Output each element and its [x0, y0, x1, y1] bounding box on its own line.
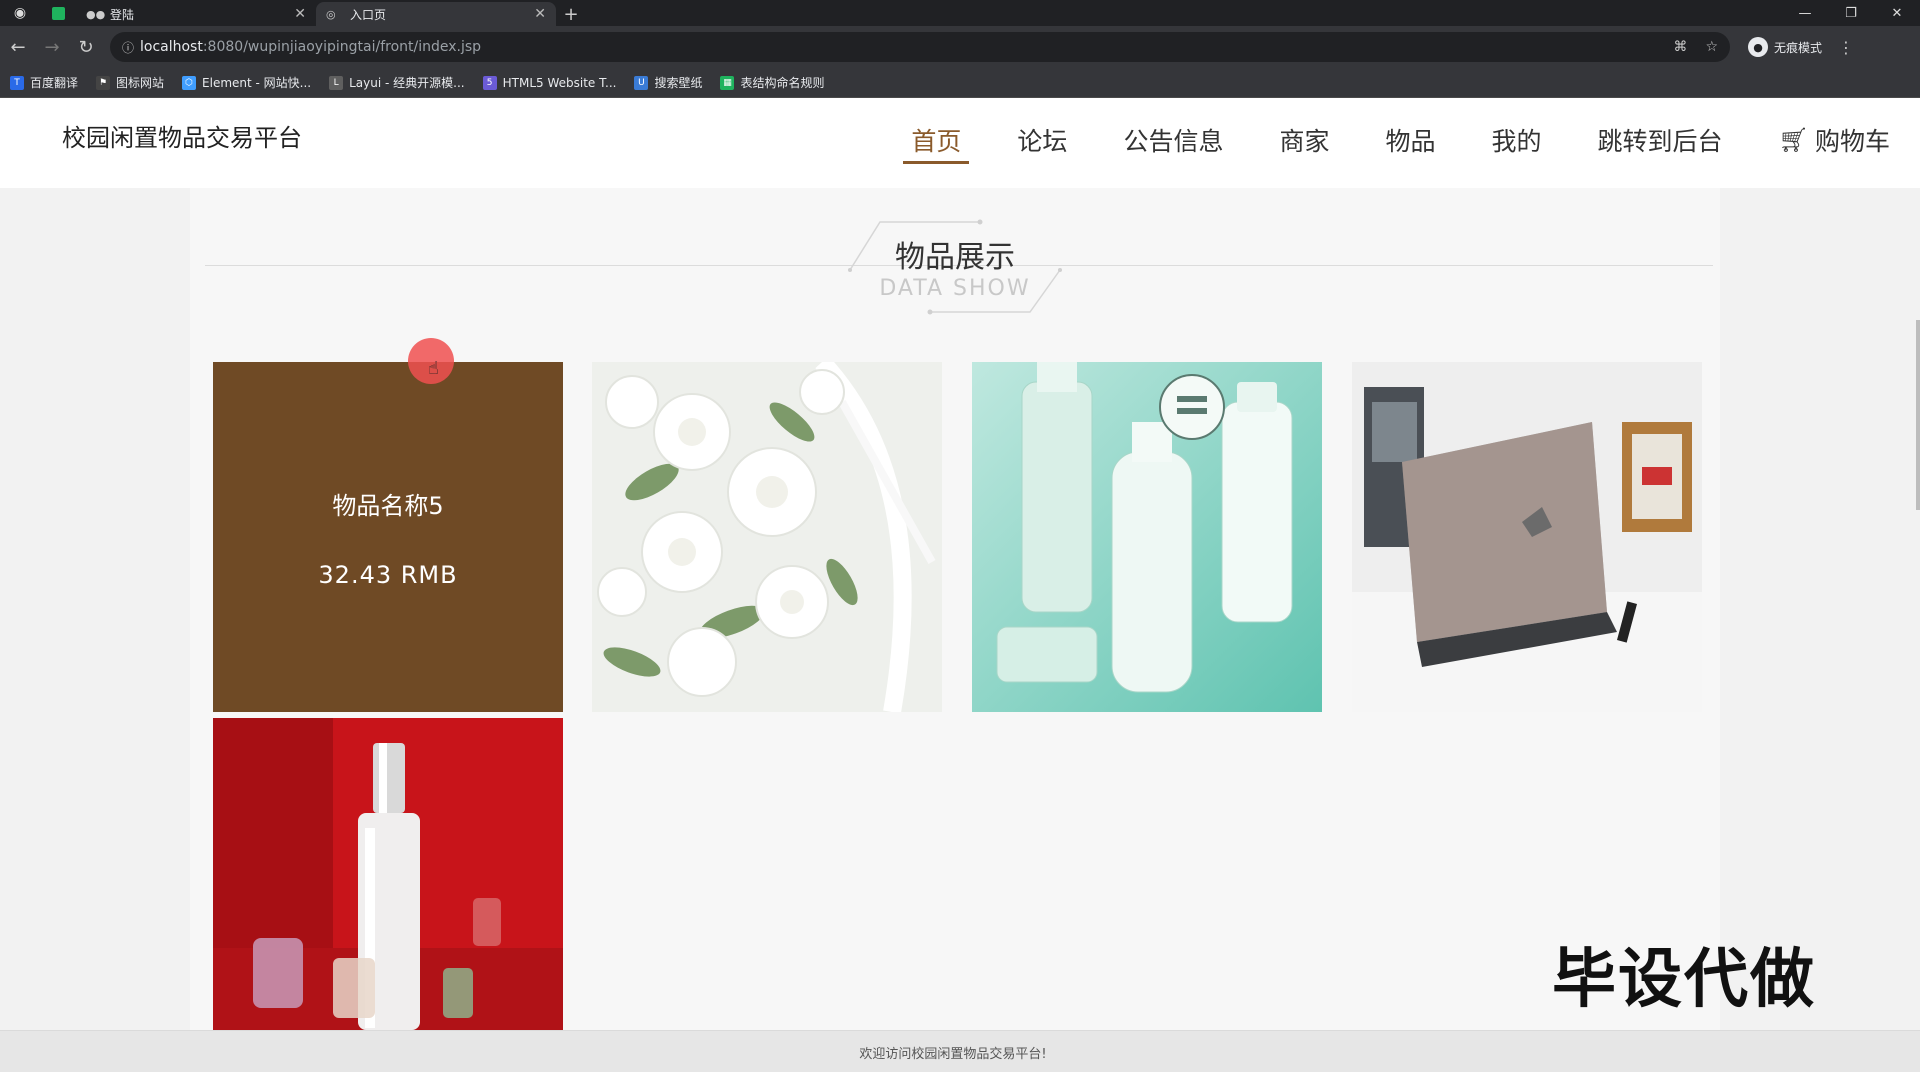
nav-mine[interactable]: 我的: [1483, 122, 1549, 164]
bookmark-label: 百度翻译: [30, 76, 79, 90]
omnibox-actions: ⌘ ☆: [1673, 39, 1718, 55]
browser-tabbar: ◉ ●● 登陆 ✕ ◎ 入口页 ✕ + — ❐ ✕: [0, 0, 1920, 26]
product-name: 物品名称5: [332, 491, 444, 520]
bookmark-icon: T: [10, 75, 24, 90]
bookmark-item[interactable]: ▦ 表结构命名规则: [720, 74, 824, 91]
main-content: 物品展示 DATA SHOW 物品名称5 32.43 RMB ☝ 毕设代做: [0, 188, 1920, 1030]
window-controls: — ❐ ✕: [1782, 0, 1920, 26]
url-path: :8080/wupinjiaoyipingtai/front/index.jsp: [202, 39, 482, 55]
back-icon[interactable]: ←: [2, 31, 34, 63]
bookmark-label: 表结构命名规则: [740, 76, 825, 90]
browser-toolbar: ← → ↻ ⓘ localhost :8080/wupinjiaoyipingt…: [0, 26, 1920, 68]
bookmark-label: Element - 网站快...: [202, 76, 312, 90]
close-window-icon[interactable]: ✕: [1874, 0, 1920, 26]
info-icon[interactable]: ⓘ: [122, 39, 140, 56]
sheet-icon: ▦: [720, 75, 735, 90]
site-title[interactable]: 校园闲置物品交易平台: [62, 118, 302, 153]
translate-icon[interactable]: ⌘: [1673, 39, 1687, 55]
nav-forum[interactable]: 论坛: [1009, 122, 1075, 164]
product-card[interactable]: [972, 362, 1322, 712]
profile-label: 无痕模式: [1774, 40, 1823, 55]
minimize-icon[interactable]: —: [1782, 0, 1828, 26]
tab-entry[interactable]: ◎ 入口页 ✕: [316, 2, 556, 26]
product-price: 32.43 RMB: [318, 560, 458, 589]
product-card[interactable]: [1352, 362, 1702, 712]
site-footer: 欢迎访问校园闲置物品交易平台!: [0, 1030, 1920, 1072]
bookmarks-bar: T 百度翻译 ⚑ 图标网站 ⬡ Element - 网站快... L Layui - 经…: [0, 68, 1920, 98]
product-image: [972, 362, 1322, 712]
product-card[interactable]: 物品名称5 32.43 RMB: [213, 362, 563, 712]
pinned-tab[interactable]: [40, 0, 76, 26]
incognito-profile[interactable]: ● 无痕模式: [1748, 37, 1822, 57]
address-bar[interactable]: ⓘ localhost :8080/wupinjiaoyipingtai/fro…: [110, 32, 1730, 62]
nav-merchant[interactable]: 商家: [1271, 122, 1337, 164]
flag-icon: ⚑: [96, 75, 111, 90]
footer-text: 欢迎访问校园闲置物品交易平台!: [859, 1047, 1047, 1062]
bookmark-item[interactable]: T 百度翻译: [10, 74, 78, 91]
nav-admin[interactable]: 跳转到后台: [1590, 122, 1731, 164]
wallpaper-icon: U: [634, 75, 649, 90]
product-hover-overlay[interactable]: 物品名称5 32.43 RMB: [213, 362, 563, 712]
product-image: [592, 362, 942, 712]
close-icon[interactable]: ✕: [534, 6, 546, 22]
section-subtitle: DATA SHOW: [879, 276, 1031, 301]
bookmark-label: Layui - 经典开源模...: [349, 76, 465, 90]
sheet-icon: [51, 6, 65, 20]
bookmark-label: 图标网站: [116, 76, 165, 90]
nav-cart-label: 购物车: [1814, 127, 1890, 156]
globe-icon: ◎: [326, 7, 336, 21]
incognito-icon: ●: [1748, 37, 1768, 57]
dots-icon: ●●: [86, 7, 106, 21]
reload-icon[interactable]: ↻: [70, 31, 102, 63]
product-image: [213, 718, 563, 1030]
layui-icon: L: [329, 75, 344, 90]
forward-icon[interactable]: →: [36, 31, 68, 63]
section-heading: 物品展示 DATA SHOW: [820, 212, 1090, 322]
bookmark-item[interactable]: U 搜索壁纸: [634, 74, 702, 91]
bookmark-item[interactable]: ⚑ 图标网站: [96, 74, 164, 91]
bookmark-item[interactable]: 5 HTML5 Website T...: [482, 75, 617, 90]
url-host: localhost: [140, 39, 203, 55]
bookmark-item[interactable]: L Layui - 经典开源模...: [329, 74, 465, 91]
bookmark-item[interactable]: ⬡ Element - 网站快...: [182, 74, 311, 91]
html5-icon: 5: [482, 75, 497, 90]
star-icon[interactable]: ☆: [1705, 39, 1718, 55]
bookmark-label: HTML5 Website T...: [502, 75, 617, 90]
product-card[interactable]: [213, 718, 563, 1030]
product-card[interactable]: [592, 362, 942, 712]
bookmark-label: 搜索壁纸: [654, 76, 703, 90]
section-title: 物品展示: [895, 240, 1015, 275]
main-nav: 首页 论坛 公告信息 商家 物品 我的 跳转到后台 🛒︎ 购物车: [903, 122, 1898, 164]
browser-menu-icon[interactable]: ◉: [0, 0, 40, 26]
nav-cart[interactable]: 🛒︎ 购物车: [1771, 122, 1898, 164]
tab-login-label: 登陆: [110, 7, 135, 22]
more-menu-icon[interactable]: ⋮: [1836, 38, 1856, 57]
cart-icon: 🛒︎: [1778, 126, 1809, 154]
product-image: [1352, 362, 1702, 712]
scrollbar[interactable]: [1916, 320, 1920, 510]
site-header: 校园闲置物品交易平台 首页 论坛 公告信息 商家 物品 我的 跳转到后台 🛒︎ …: [0, 98, 1920, 188]
nav-goods[interactable]: 物品: [1377, 122, 1443, 164]
watermark: 毕设代做: [1552, 943, 1816, 1017]
restore-icon[interactable]: ❐: [1828, 0, 1874, 26]
hexagon-icon: ⬡: [182, 75, 197, 90]
nav-home[interactable]: 首页: [903, 122, 970, 164]
tab-login[interactable]: ●● 登陆 ✕: [76, 2, 316, 26]
hand-cursor-icon: ☝: [428, 358, 439, 379]
tab-entry-label: 入口页: [350, 7, 387, 22]
nav-notice[interactable]: 公告信息: [1115, 122, 1231, 164]
close-icon[interactable]: ✕: [294, 6, 306, 22]
new-tab-button[interactable]: +: [556, 2, 586, 26]
